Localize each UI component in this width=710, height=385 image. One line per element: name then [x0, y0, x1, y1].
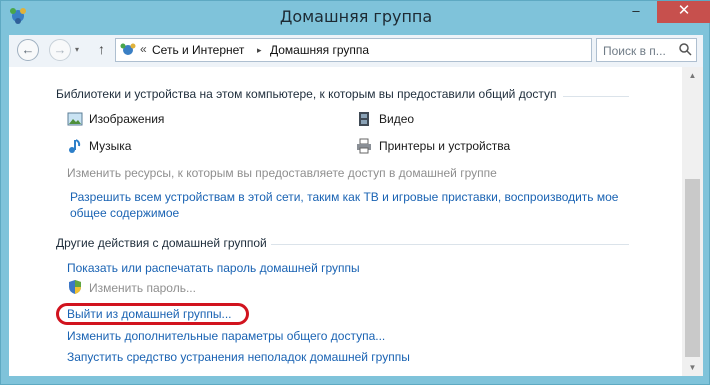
show-password-link[interactable]: Показать или распечатать пароль домашней…	[67, 260, 360, 276]
window: Домашняя группа – ✕ ← → ▾ ↑ « Сеть и Инт…	[0, 0, 710, 385]
library-item-printers: Принтеры и устройства	[379, 139, 511, 153]
shield-icon	[69, 280, 81, 294]
navigation-bar: ← → ▾ ↑ « Сеть и Интернет ▸ Домашняя гру…	[9, 35, 703, 67]
scrollbar-thumb[interactable]	[685, 179, 700, 357]
breadcrumb-item-network[interactable]: Сеть и Интернет	[152, 43, 244, 57]
leave-homegroup-highlight	[56, 303, 249, 325]
network-location-icon	[120, 43, 136, 55]
scroll-up-icon[interactable]: ▲	[682, 67, 703, 84]
search-icon	[679, 43, 692, 56]
libraries-divider	[563, 96, 629, 97]
library-item-music: Музыка	[89, 139, 132, 153]
forward-arrow-icon: →	[53, 42, 67, 57]
advanced-sharing-link[interactable]: Изменить дополнительные параметры общего…	[67, 328, 385, 344]
video-icon	[359, 112, 369, 126]
other-actions-divider	[271, 244, 629, 245]
breadcrumb-overflow[interactable]: «	[140, 42, 147, 56]
vertical-scrollbar[interactable]: ▲ ▼	[682, 67, 703, 376]
allow-devices-link-line1[interactable]: Разрешить всем устройствам в этой сети, …	[70, 190, 618, 204]
close-button[interactable]: ✕	[657, 1, 710, 23]
forward-button[interactable]: →	[49, 39, 71, 61]
breadcrumb-separator-icon[interactable]: ▸	[257, 45, 262, 56]
troubleshoot-link[interactable]: Запустить средство устранения неполадок …	[67, 349, 410, 365]
music-icon	[69, 139, 81, 153]
title-bar: Домашняя группа – ✕	[1, 1, 710, 35]
other-actions-heading: Другие действия с домашней группой	[56, 236, 267, 250]
library-item-video: Видео	[379, 112, 415, 126]
library-item-pictures: Изображения	[89, 112, 165, 126]
scroll-down-icon[interactable]: ▼	[682, 359, 703, 376]
search-input[interactable]: Поиск в п...	[603, 44, 666, 58]
libraries-heading: Библиотеки и устройства на этом компьюте…	[56, 87, 557, 101]
recent-locations-dropdown-icon[interactable]: ▾	[75, 45, 79, 54]
window-title: Домашняя группа	[279, 7, 433, 26]
minimize-button[interactable]: –	[621, 1, 651, 23]
up-button[interactable]: ↑	[98, 41, 105, 57]
change-password-link: Изменить пароль...	[89, 281, 196, 295]
breadcrumb-item-homegroup[interactable]: Домашняя группа	[270, 43, 369, 57]
back-arrow-icon: ←	[21, 42, 35, 57]
search-box[interactable]: Поиск в п...	[596, 38, 697, 62]
back-button[interactable]: ←	[17, 39, 39, 61]
printer-icon	[357, 138, 371, 154]
main-content: Библиотеки и устройства на этом компьюте…	[9, 67, 682, 376]
up-arrow-icon: ↑	[98, 41, 105, 57]
address-bar[interactable]: « Сеть и Интернет ▸ Домашняя группа ▾ ↻	[115, 38, 687, 62]
pictures-icon	[67, 112, 83, 126]
allow-devices-link-line2[interactable]: общее содержимое	[70, 206, 179, 220]
change-resources-link: Изменить ресурсы, к которым вы предостав…	[67, 166, 497, 180]
allow-devices-link[interactable]: Разрешить всем устройствам в этой сети, …	[70, 189, 618, 221]
